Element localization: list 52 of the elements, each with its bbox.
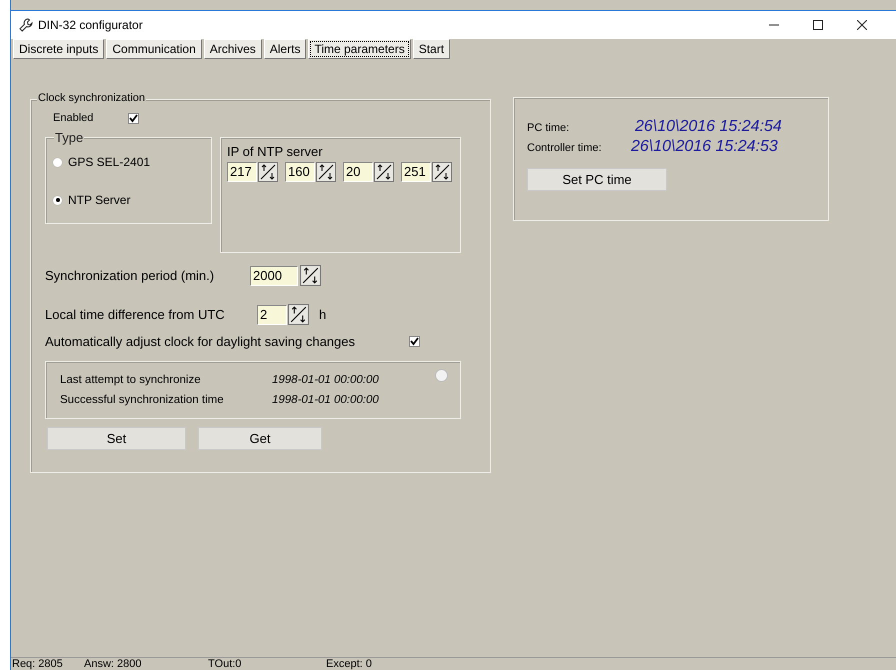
field-label: Local time difference from UTC xyxy=(45,307,226,322)
indicator-icon xyxy=(435,369,448,382)
spin-button[interactable] xyxy=(288,304,309,325)
tab[interactable]: Start xyxy=(412,39,450,59)
spin-button[interactable] xyxy=(300,265,321,286)
checkbox-label: Enabled xyxy=(53,112,94,124)
status-value: 1998-01-01 00:00:00 xyxy=(272,374,379,386)
input-field[interactable]: 160 xyxy=(285,162,315,182)
radio-button[interactable] xyxy=(53,196,62,204)
status-text: Req: 2805 xyxy=(12,658,64,670)
tab[interactable]: Communication xyxy=(106,39,202,59)
time-label: PC time: xyxy=(527,122,570,134)
checkbox[interactable] xyxy=(128,112,139,124)
status-text: Answ: 2800 xyxy=(84,658,142,670)
spin-button[interactable] xyxy=(374,162,394,182)
group-title: Clock synchronization xyxy=(37,92,146,104)
radio-label: NTP Server xyxy=(68,193,130,207)
checkbox[interactable] xyxy=(409,336,420,347)
action-button[interactable]: Get xyxy=(198,427,322,450)
maximize-icon[interactable] xyxy=(813,20,823,30)
set-pc-time-button[interactable]: Set PC time xyxy=(527,168,667,191)
radio-label: GPS SEL-2401 xyxy=(68,155,150,169)
radio-button[interactable] xyxy=(53,158,62,166)
input-field[interactable]: 217 xyxy=(227,162,257,182)
input-field[interactable]: 2000 xyxy=(250,266,298,286)
group-title: Type xyxy=(54,130,84,145)
action-button[interactable]: Set xyxy=(47,427,186,450)
tab[interactable]: Discrete inputs xyxy=(13,39,104,59)
status-text: Except: 0 xyxy=(326,658,372,670)
status-value: 1998-01-01 00:00:00 xyxy=(272,394,379,406)
field-label: Synchronization period (min.) xyxy=(45,268,216,283)
tab[interactable]: Alerts xyxy=(264,39,306,59)
spin-button[interactable] xyxy=(316,162,336,182)
status-label: Last attempt to synchronize xyxy=(60,374,202,386)
checkbox-label: Automatically adjust clock for daylight saving changes xyxy=(45,334,356,349)
panel-title: IP of NTP server xyxy=(227,144,324,159)
input-field[interactable]: 251 xyxy=(401,162,431,182)
window-title: DIN-32 configurator xyxy=(38,18,143,32)
input-field[interactable]: 2 xyxy=(257,304,287,324)
wrench-icon xyxy=(19,18,33,32)
status-label: Successful synchronization time xyxy=(60,394,225,406)
input-field[interactable]: 20 xyxy=(343,162,373,182)
time-value: 26\10\2016 15:24:53 xyxy=(631,138,778,156)
time-label: Controller time: xyxy=(527,142,603,154)
spin-button[interactable] xyxy=(258,162,278,182)
time-value: 26\10\2016 15:24:54 xyxy=(635,118,782,136)
tab[interactable]: Archives xyxy=(204,39,262,59)
unit-label: h xyxy=(319,307,326,322)
tab[interactable]: Time parameters xyxy=(308,39,411,59)
spin-button[interactable] xyxy=(432,162,452,182)
close-icon[interactable] xyxy=(857,20,867,30)
status-text: TOut:0 xyxy=(208,658,242,670)
